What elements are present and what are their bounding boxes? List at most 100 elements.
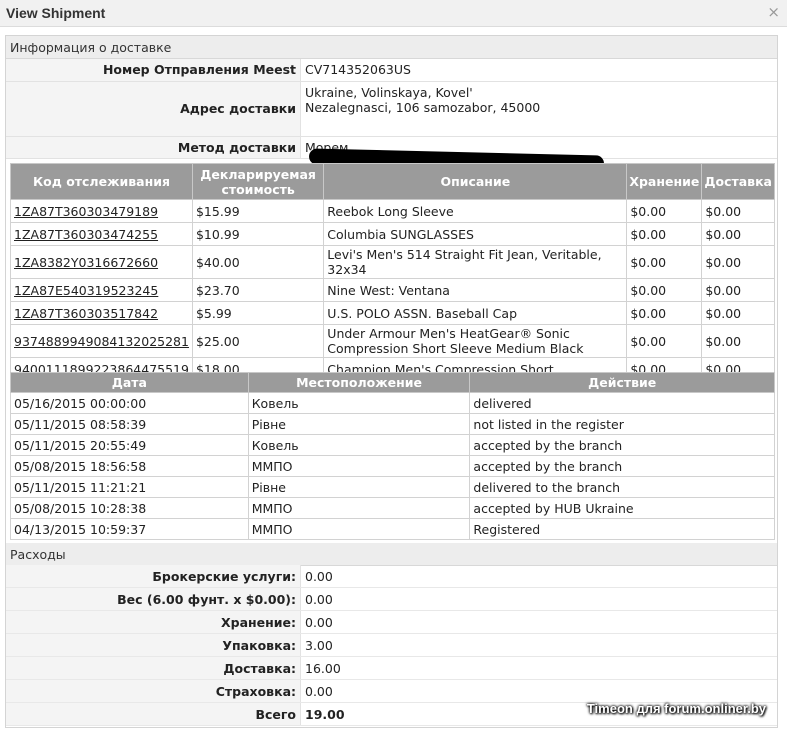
info-label: Номер Отправления Meest <box>6 59 301 82</box>
delivery-cost: $0.00 <box>701 278 775 302</box>
event-date: 05/11/2015 08:58:39 <box>10 413 249 435</box>
event-action: accepted by the branch <box>469 455 775 477</box>
tracking-link[interactable]: 1ZA87E540319523245 <box>14 283 158 298</box>
event-row: 05/11/2015 08:58:39 Рівне not listed in th… <box>10 413 775 435</box>
delivery-cost: $0.00 <box>701 324 775 358</box>
storage-cost: $0.00 <box>626 301 703 325</box>
item-row: 1ZA87T360303517842 $5.99 U.S. POLO ASSN. B… <box>10 301 775 325</box>
delivery-cost: $0.00 <box>701 301 775 325</box>
column-header: Местоположение <box>247 372 471 393</box>
address-line: Ukraine, Volinskaya, Kovel' <box>305 84 473 100</box>
event-date: 05/11/2015 11:21:21 <box>10 476 249 498</box>
expense-label: Доставка: <box>6 656 301 680</box>
expense-value: 0.00 <box>300 610 777 634</box>
tracking-cell: 1ZA87E540319523245 <box>10 278 193 302</box>
expense-label: Страховка: <box>6 679 301 703</box>
expense-label: Брокерские услуги: <box>6 565 301 588</box>
declared-value: $40.00 <box>191 245 325 279</box>
declared-value: $10.99 <box>191 222 325 246</box>
event-date: 04/13/2015 10:59:37 <box>10 518 249 540</box>
item-row: 9374889949084132025281 $25.00 Under Armour… <box>10 324 775 358</box>
event-action: delivered <box>469 392 775 414</box>
item-row: 1ZA8382Y0316672660 $40.00 Levi's Men's 514… <box>10 245 775 279</box>
tracking-link[interactable]: 1ZA87T360303479189 <box>14 204 158 219</box>
item-description: Reebok Long Sleeve <box>323 199 628 223</box>
address-line: Nezalegnasci, 106 samozabor, 45000 <box>305 99 541 115</box>
expense-row: Страховка: 0.00 <box>6 679 777 703</box>
tracking-link[interactable]: 1ZA87T360303474255 <box>14 227 158 242</box>
event-date: 05/08/2015 10:28:38 <box>10 497 249 519</box>
delivery-info-heading: Информация о доставке <box>6 36 777 59</box>
event-location: ММПО <box>247 497 471 519</box>
event-row: 05/08/2015 10:28:38 ММПО accepted by HUB U… <box>10 497 775 519</box>
delivery-cost: $0.00 <box>701 199 775 223</box>
item-description: U.S. POLO ASSN. Baseball Cap <box>323 301 628 325</box>
event-date: 05/08/2015 18:56:58 <box>10 455 249 477</box>
expense-row: Хранение: 0.00 <box>6 610 777 634</box>
column-header: Хранение <box>626 163 703 200</box>
event-location: Ковель <box>247 434 471 456</box>
column-header: Код отслеживания <box>10 163 193 200</box>
event-row: 05/08/2015 18:56:58 ММПО accepted by the b… <box>10 455 775 477</box>
event-action: accepted by the branch <box>469 434 775 456</box>
tracking-cell: 1ZA87T360303479189 <box>10 199 193 223</box>
declared-value: $5.99 <box>191 301 325 325</box>
column-header: Декларируемая стоимость <box>191 163 325 200</box>
item-description: Levi's Men's 514 Straight Fit Jean, Veri… <box>323 245 628 279</box>
event-location: ММПО <box>247 518 471 540</box>
item-description: Columbia SUNGLASSES <box>323 222 628 246</box>
event-location: Рівне <box>247 476 471 498</box>
event-action: delivered to the branch <box>469 476 775 498</box>
expenses-heading: Расходы <box>6 543 777 566</box>
expense-value: 0.00 <box>300 587 777 611</box>
storage-cost: $0.00 <box>626 199 703 223</box>
tracking-events-table: Дата Местоположение Действие 05/16/2015 … <box>10 372 775 540</box>
info-row-address: Адрес доставки Ukraine, Volinskaya, Kove… <box>6 81 777 137</box>
storage-cost: $0.00 <box>626 222 703 246</box>
event-action: accepted by HUB Ukraine <box>469 497 775 519</box>
expense-row: Упаковка: 3.00 <box>6 633 777 657</box>
items-body: 1ZA87T360303479189 $15.99 Reebok Long Slee… <box>10 199 775 381</box>
item-row: 1ZA87T360303474255 $10.99 Columbia SUNGLAS… <box>10 222 775 246</box>
delivery-cost: $0.00 <box>701 222 775 246</box>
column-header: Дата <box>10 372 249 393</box>
storage-cost: $0.00 <box>626 245 703 279</box>
info-value-address: Ukraine, Volinskaya, Kovel' Nezalegnasci… <box>300 81 777 137</box>
info-label: Метод доставки <box>6 136 301 159</box>
tracking-link[interactable]: 1ZA87T360303517842 <box>14 306 158 321</box>
expense-row: Вес (6.00 фунт. x $0.00): 0.00 <box>6 587 777 611</box>
expense-label: Хранение: <box>6 610 301 634</box>
info-label: Адрес доставки <box>6 81 301 137</box>
declared-value: $25.00 <box>191 324 325 358</box>
events-body: 05/16/2015 00:00:00 Ковель delivered 05/11/… <box>10 392 775 540</box>
delivery-cost: $0.00 <box>701 245 775 279</box>
expense-value: 0.00 <box>300 679 777 703</box>
item-description: Under Armour Men's HeatGear® Sonic Compr… <box>323 324 628 358</box>
expense-label: Упаковка: <box>6 633 301 657</box>
column-header: Описание <box>323 163 628 200</box>
watermark: Timeon для forum.onliner.by <box>586 701 766 716</box>
expense-value: 0.00 <box>300 565 777 588</box>
declared-value: $23.70 <box>191 278 325 302</box>
item-row: 1ZA87T360303479189 $15.99 Reebok Long Slee… <box>10 199 775 223</box>
close-icon[interactable]: × <box>767 3 780 21</box>
expense-value: 3.00 <box>300 633 777 657</box>
dialog-title: View Shipment <box>6 5 106 21</box>
tracking-cell: 1ZA87T360303474255 <box>10 222 193 246</box>
expenses-body: Брокерские услуги: 0.00 Вес (6.00 фунт. x … <box>6 565 777 703</box>
event-date: 05/16/2015 00:00:00 <box>10 392 249 414</box>
info-value: CV714352063US <box>300 59 777 82</box>
events-header-row: Дата Местоположение Действие <box>10 372 775 393</box>
expense-label: Вес (6.00 фунт. x $0.00): <box>6 587 301 611</box>
shipment-panel: Информация о доставке Номер Отправления … <box>5 35 778 728</box>
items-header-row: Код отслеживания Декларируемая стоимость… <box>10 163 775 200</box>
event-location: Ковель <box>247 392 471 414</box>
tracking-link[interactable]: 1ZA8382Y0316672660 <box>14 255 158 270</box>
event-location: ММПО <box>247 455 471 477</box>
event-action: not listed in the register <box>469 413 775 435</box>
tracking-cell: 1ZA8382Y0316672660 <box>10 245 193 279</box>
event-row: 05/11/2015 11:21:21 Рівне delivered to the… <box>10 476 775 498</box>
info-row-tracking-number: Номер Отправления Meest CV714352063US <box>6 59 777 82</box>
tracking-link[interactable]: 9374889949084132025281 <box>14 334 189 349</box>
declared-value: $15.99 <box>191 199 325 223</box>
